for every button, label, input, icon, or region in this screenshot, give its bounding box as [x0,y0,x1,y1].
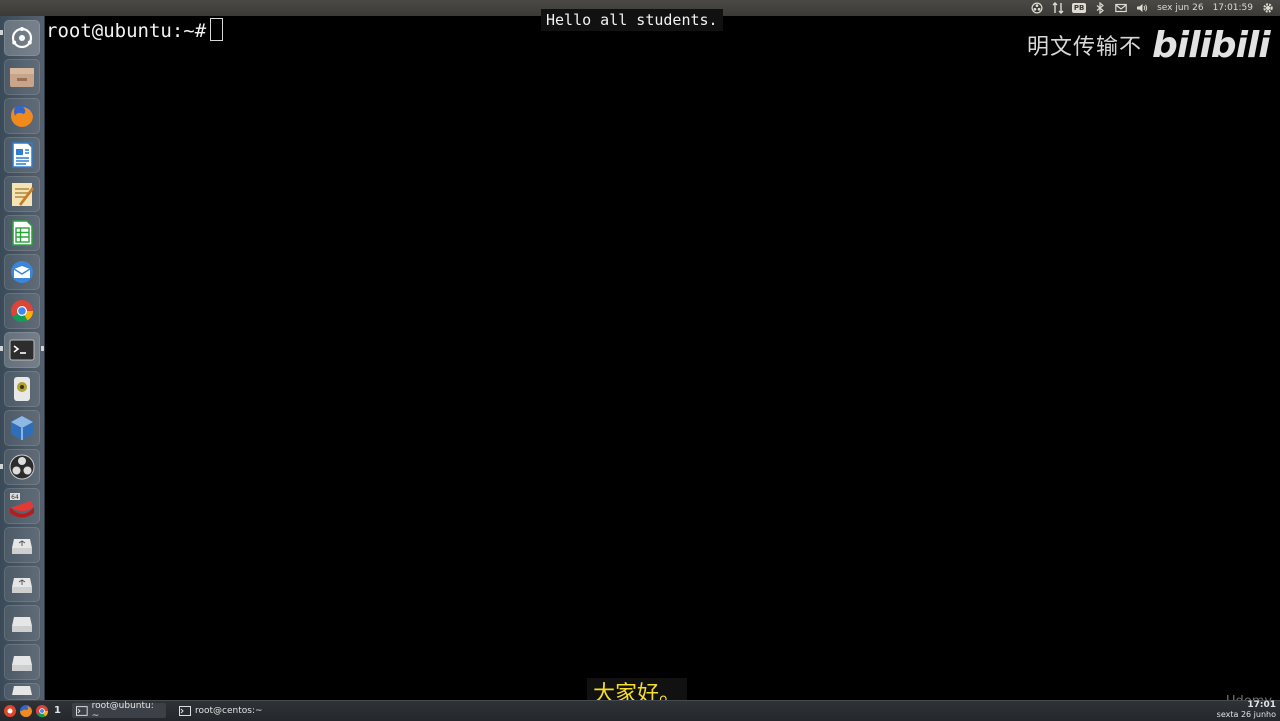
workspace-switcher[interactable]: 1 [54,704,61,718]
file-manager-icon[interactable] [4,59,40,95]
chrome-icon[interactable] [35,704,49,721]
running-indicator [0,464,3,469]
terminal-cursor [210,18,224,41]
terminal-icon[interactable] [4,332,40,368]
terminal-icon [179,705,191,716]
clock-date: sexta 26 junho [1216,710,1276,719]
drive-icon[interactable] [4,683,40,700]
dash-home-icon[interactable] [4,20,40,56]
bilibili-watermark: 明文传输不 bilibili [1027,22,1271,68]
running-indicator [0,30,3,35]
bottom-panel: 1 root@ubuntu: ~ root@centos:~ 17:01 sex… [0,700,1280,721]
writer-icon[interactable] [4,137,40,173]
chrome-icon[interactable] [4,293,40,329]
bottom-clock[interactable]: 17:01 sexta 26 junho [1216,700,1276,720]
dash-home-icon[interactable] [3,704,17,721]
obs-icon[interactable] [4,449,40,485]
usb-drive-icon[interactable] [4,527,40,563]
mail-icon[interactable] [1115,2,1127,14]
panel-date[interactable]: sex jun 26 [1157,3,1203,13]
drive-icon[interactable] [4,644,40,680]
bottom-launcher [3,704,49,721]
bluetooth-icon[interactable] [1094,2,1106,14]
ruby-64-icon[interactable]: 64 [4,488,40,524]
terminal-icon [76,705,88,716]
volume-icon[interactable] [1136,2,1148,14]
watermark-text: 明文传输不 [1027,35,1143,60]
bilibili-logo: bilibili [1152,24,1271,66]
drive-icon[interactable] [4,605,40,641]
taskbar-item-ubuntu[interactable]: root@ubuntu: ~ [72,700,166,721]
usb-drive-icon[interactable] [4,566,40,602]
clock-time: 17:01 [1247,700,1276,710]
terminal-window[interactable]: root@ubuntu:~# [45,16,1280,700]
taskbar-item-label: root@centos:~ [195,705,263,716]
network-arrows-icon[interactable] [1052,2,1064,14]
virtualbox-icon[interactable] [4,410,40,446]
running-indicator [0,346,3,351]
obs-icon[interactable] [1031,2,1043,14]
disk-usage-icon[interactable] [4,371,40,407]
taskbar-item-label: root@ubuntu: ~ [91,700,154,721]
terminal-prompt: root@ubuntu:~# [46,20,207,42]
firefox-icon[interactable] [4,98,40,134]
panel-time[interactable]: 17:01:59 [1213,3,1253,13]
gear-icon[interactable] [1262,2,1274,14]
calc-icon[interactable] [4,215,40,251]
launcher: 64 [0,16,45,700]
subtitle-english: Hello all students. [541,9,723,31]
ruby-badge: 64 [11,494,19,501]
mail-client-icon[interactable] [4,254,40,290]
system-tray: PB sex jun 26 17:01:59 [1031,0,1274,16]
terminal-prompt-line[interactable]: root@ubuntu:~# [46,18,224,43]
active-indicator [41,346,44,351]
text-editor-icon[interactable] [4,176,40,212]
taskbar-item-centos[interactable]: root@centos:~ [175,703,269,718]
firefox-icon[interactable] [19,704,33,721]
pb-icon[interactable]: PB [1071,2,1087,14]
